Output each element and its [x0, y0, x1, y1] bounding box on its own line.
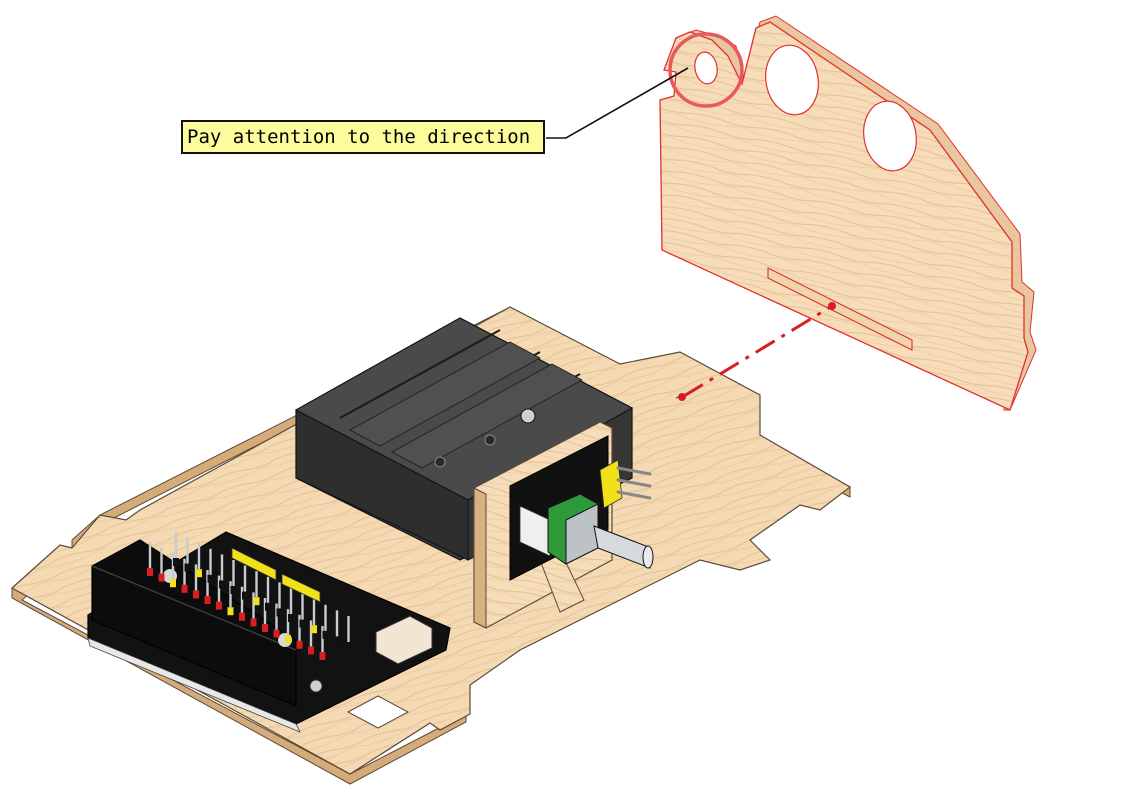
header-pin-base	[285, 635, 291, 644]
header-pin-base	[170, 579, 176, 588]
header-pin-base	[322, 630, 329, 639]
header-pin-base	[311, 625, 317, 634]
header-pin-base	[319, 652, 326, 660]
header-pin-base	[147, 568, 153, 576]
direction-callout-label: Pay attention to the direction	[181, 120, 545, 154]
header-pin-base	[288, 614, 294, 622]
header-pin-base	[250, 618, 257, 627]
header-pin-base	[299, 619, 306, 628]
header-pin-base	[158, 573, 165, 582]
header-pin-base	[276, 608, 283, 617]
alignment-dot-panel	[828, 302, 836, 310]
header-pin-base	[193, 590, 199, 599]
header-pin-base	[308, 646, 314, 655]
header-pin-base	[196, 569, 202, 578]
header-pin-base	[273, 629, 280, 638]
header-pin-base	[216, 601, 222, 610]
alignment-dot-base	[678, 393, 686, 401]
header-pin-base	[207, 574, 214, 583]
header-pin-base	[262, 624, 268, 632]
header-pin-base	[181, 584, 188, 593]
header-pin-base	[227, 607, 234, 616]
wood-side-panel	[659, 15, 1037, 411]
header-pin-base	[253, 597, 260, 606]
header-pin-base	[296, 640, 303, 649]
header-pin-base	[345, 642, 352, 650]
header-pin-base	[204, 596, 211, 604]
assembly-diagram	[10, 15, 1037, 785]
header-pin-base	[242, 591, 248, 600]
header-pin-base	[173, 558, 179, 566]
header-pin-base	[230, 586, 237, 594]
header-pin-base	[265, 602, 271, 611]
header-pin-base	[219, 580, 225, 589]
header-pin-base	[184, 563, 191, 572]
header-pin-base	[334, 636, 340, 645]
header-pin-base	[239, 612, 245, 621]
